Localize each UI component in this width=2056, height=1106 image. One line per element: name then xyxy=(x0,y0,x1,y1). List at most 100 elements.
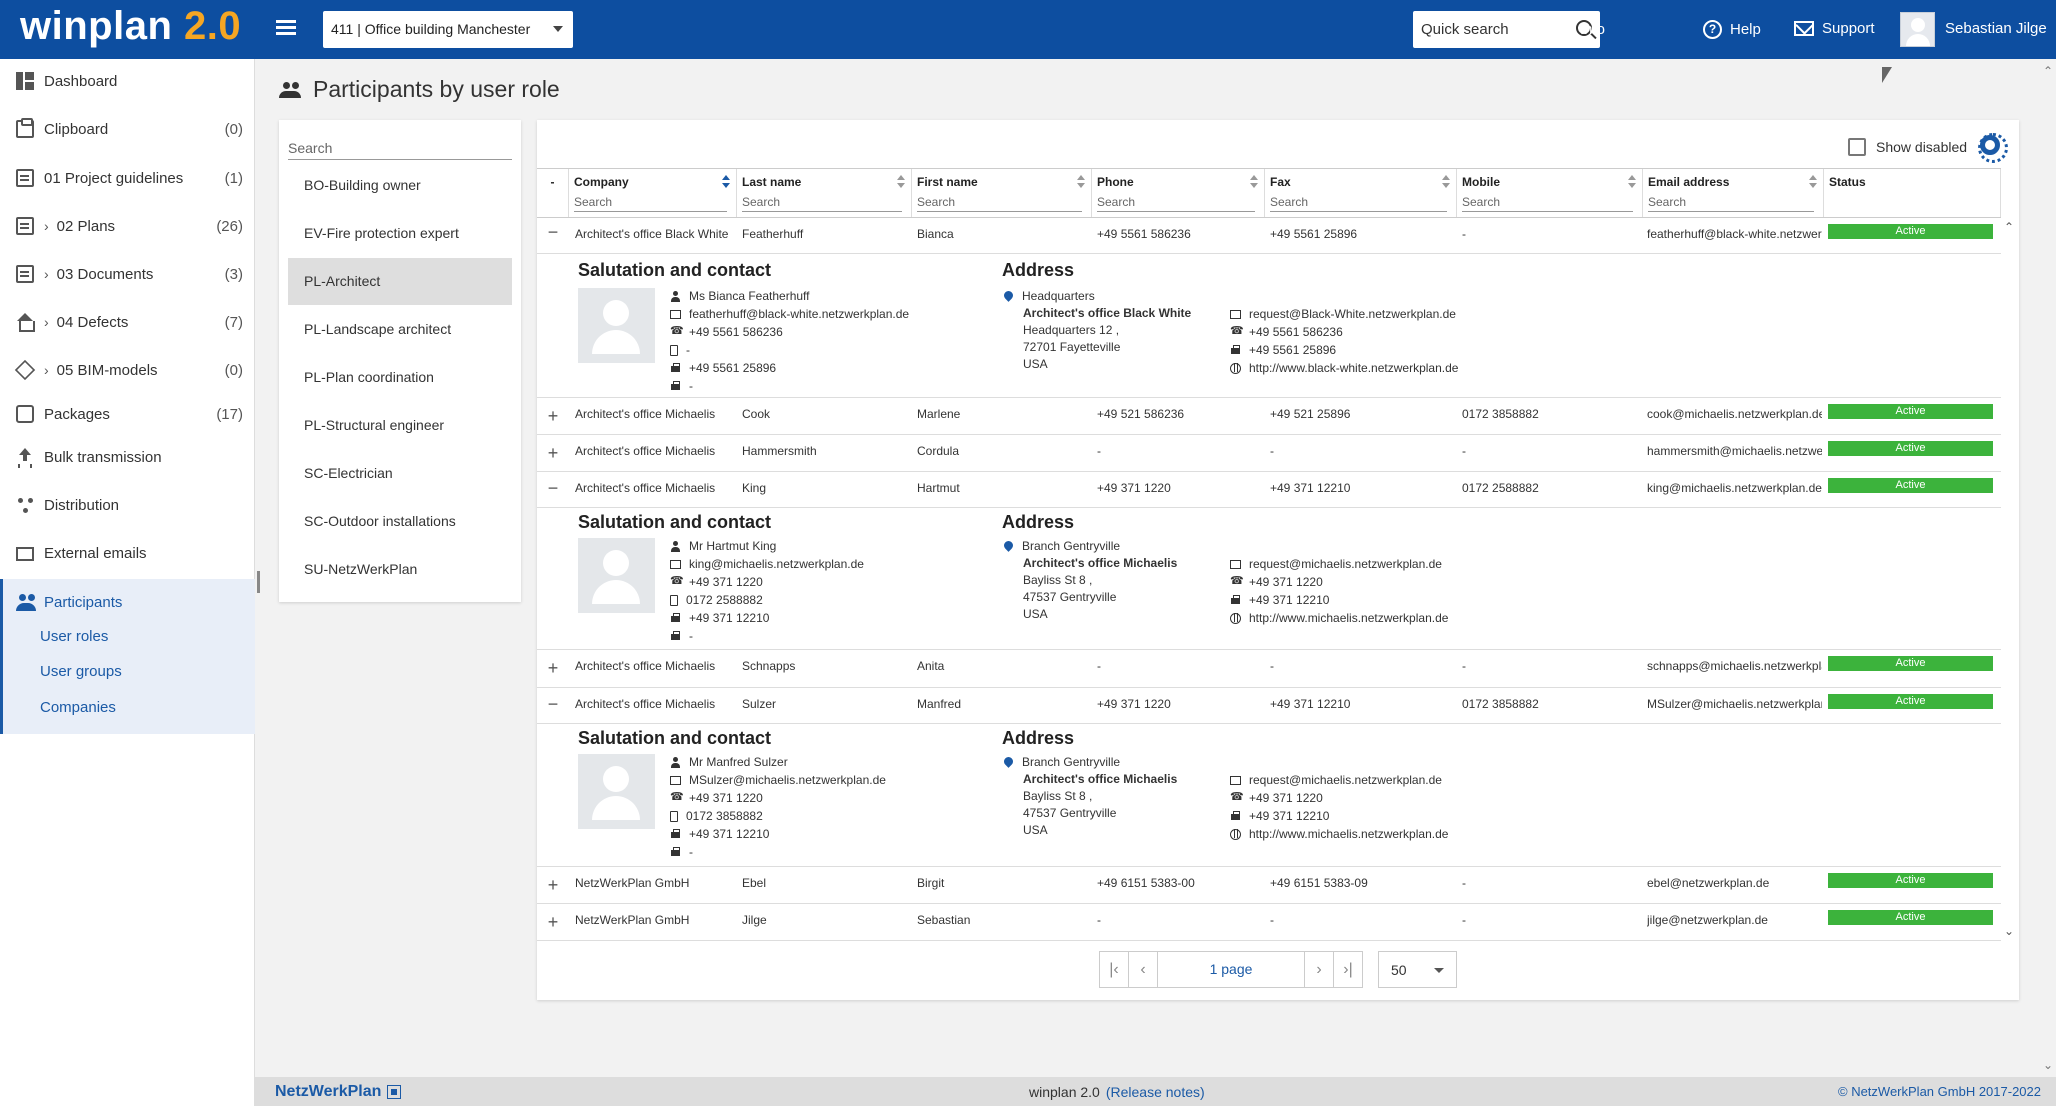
release-notes-link[interactable]: (Release notes) xyxy=(1106,1084,1205,1100)
sort-icon[interactable] xyxy=(1077,175,1085,189)
sort-icon[interactable] xyxy=(1250,175,1258,189)
filter-company-input[interactable]: Search xyxy=(574,195,727,212)
role-item[interactable]: SC-Outdoor installations xyxy=(288,498,512,545)
contact-email[interactable]: featherhuff@black-white.netzwerkplan.de xyxy=(670,307,909,321)
user-name[interactable]: Sebastian Jilge xyxy=(1945,20,2047,37)
prev-page-button[interactable]: ‹ xyxy=(1128,951,1158,988)
role-item[interactable]: PL-Plan coordination xyxy=(288,354,512,401)
app-logo[interactable]: winplan 2.0 xyxy=(20,4,241,49)
header-phone[interactable]: Phone Search xyxy=(1092,169,1265,217)
sidebar-sub-companies[interactable]: Companies xyxy=(40,699,116,716)
role-item[interactable]: BO-Building owner xyxy=(288,162,512,209)
role-item[interactable]: SC-Electrician xyxy=(288,450,512,497)
expand-row-button[interactable]: + xyxy=(545,875,561,895)
role-item[interactable]: EV-Fire protection expert xyxy=(288,210,512,257)
expand-row-button[interactable]: + xyxy=(545,443,561,463)
expand-row-button[interactable]: + xyxy=(545,406,561,426)
page-indicator[interactable]: 1 page xyxy=(1157,951,1305,988)
sidebar-item-bim-models[interactable]: › 05 BIM-models (0) xyxy=(0,352,255,388)
sidebar-item-clipboard[interactable]: Clipboard (0) xyxy=(0,111,255,147)
scroll-down-icon[interactable]: ⌄ xyxy=(2043,1058,2053,1072)
sidebar-sub-user-groups[interactable]: User groups xyxy=(40,663,122,680)
role-item[interactable]: SU-NetzWerkPlan xyxy=(288,546,512,593)
expand-row-button[interactable]: + xyxy=(545,658,561,678)
filter-last-name-input[interactable]: Search xyxy=(742,195,902,212)
table-row[interactable]: − Architect's office Michaelis Sulzer Ma… xyxy=(537,688,2001,724)
sidebar-item-packages[interactable]: Packages (17) xyxy=(0,396,255,432)
expand-row-button[interactable]: + xyxy=(545,912,561,932)
role-item[interactable]: PL-Structural engineer xyxy=(288,402,512,449)
table-row[interactable]: + NetzWerkPlan GmbH Jilge Sebastian - - … xyxy=(537,904,2001,941)
role-item-active[interactable]: PL-Architect xyxy=(288,258,512,305)
company-website[interactable]: http://www.michaelis.netzwerkplan.de xyxy=(1230,611,1448,625)
company-email[interactable]: request@michaelis.netzwerkplan.de xyxy=(1230,773,1442,787)
sort-icon[interactable] xyxy=(1442,175,1450,189)
sidebar-item-plans[interactable]: › 02 Plans (26) xyxy=(0,208,255,244)
sort-icon[interactable] xyxy=(1809,175,1817,189)
filter-mobile-input[interactable]: Search xyxy=(1462,195,1633,212)
header-last-name[interactable]: Last name Search xyxy=(737,169,912,217)
filter-email-input[interactable]: Search xyxy=(1648,195,1814,212)
sidebar-resize-handle[interactable] xyxy=(257,571,260,593)
page-size-select[interactable]: 50 xyxy=(1378,951,1457,988)
support-link[interactable]: Support xyxy=(1794,20,1875,37)
header-first-name[interactable]: First name Search xyxy=(912,169,1092,217)
sidebar-item-external-emails[interactable]: External emails xyxy=(0,535,255,571)
chevron-right-icon[interactable]: › xyxy=(44,314,49,330)
filter-first-name-input[interactable]: Search xyxy=(917,195,1082,212)
table-row[interactable]: + Architect's office Michaelis Schnapps … xyxy=(537,650,2001,688)
show-disabled-checkbox[interactable] xyxy=(1848,138,1866,156)
filter-fax-input[interactable]: Search xyxy=(1270,195,1447,212)
project-select[interactable]: 411 | Office building Manchester xyxy=(323,11,573,48)
filter-phone-input[interactable]: Search xyxy=(1097,195,1255,212)
first-page-button[interactable]: |‹ xyxy=(1099,951,1129,988)
info-link[interactable]: i Info xyxy=(1553,20,1605,39)
header-email[interactable]: Email address Search xyxy=(1643,169,1824,217)
company-email[interactable]: request@Black-White.netzwerkplan.de xyxy=(1230,307,1456,321)
page-scrollbar[interactable]: ⌃ ⌄ xyxy=(2040,59,2056,1077)
last-page-button[interactable]: ›| xyxy=(1333,951,1363,988)
chevron-right-icon[interactable]: › xyxy=(44,218,49,234)
table-row[interactable]: − Architect's office Black White Feather… xyxy=(537,218,2001,254)
chevron-right-icon[interactable]: › xyxy=(44,266,49,282)
collapse-row-button[interactable]: − xyxy=(545,478,561,498)
table-scroll-up-icon[interactable]: ⌃ xyxy=(2001,220,2017,234)
table-row[interactable]: − Architect's office Michaelis King Hart… xyxy=(537,472,2001,508)
table-row[interactable]: + NetzWerkPlan GmbH Ebel Birgit +49 6151… xyxy=(537,867,2001,904)
table-row[interactable]: + Architect's office Michaelis Hammersmi… xyxy=(537,435,2001,472)
sort-icon[interactable] xyxy=(897,175,905,189)
header-company[interactable]: Company Search xyxy=(569,169,737,217)
sort-icon[interactable] xyxy=(722,175,730,189)
header-mobile[interactable]: Mobile Search xyxy=(1457,169,1643,217)
sidebar-item-participants[interactable]: Participants xyxy=(0,584,255,620)
company-email[interactable]: request@michaelis.netzwerkplan.de xyxy=(1230,557,1442,571)
role-item[interactable]: PL-Landscape architect xyxy=(288,306,512,353)
show-disabled-toggle[interactable]: Show disabled xyxy=(1848,138,1967,156)
chevron-right-icon[interactable]: › xyxy=(44,362,49,378)
sidebar-item-dashboard[interactable]: Dashboard xyxy=(0,63,255,99)
menu-icon[interactable] xyxy=(276,20,296,38)
user-avatar[interactable] xyxy=(1900,12,1935,47)
sidebar-item-defects[interactable]: › 04 Defects (7) xyxy=(0,304,255,340)
help-link[interactable]: ? Help xyxy=(1703,20,1761,39)
header-status[interactable]: Status xyxy=(1824,169,2001,217)
contact-email[interactable]: MSulzer@michaelis.netzwerkplan.de xyxy=(670,773,886,787)
sidebar-sub-user-roles[interactable]: User roles xyxy=(40,628,108,645)
footer-brand[interactable]: NetzWerkPlan xyxy=(275,1083,402,1101)
next-page-button[interactable]: › xyxy=(1304,951,1334,988)
sidebar-item-documents[interactable]: › 03 Documents (3) xyxy=(0,256,255,292)
roles-search-input[interactable]: Search xyxy=(288,130,512,160)
table-row[interactable]: + Architect's office Michaelis Cook Marl… xyxy=(537,398,2001,435)
gear-icon[interactable] xyxy=(1978,133,2008,163)
sidebar-item-distribution[interactable]: Distribution xyxy=(0,487,255,523)
company-website[interactable]: http://www.black-white.netzwerkplan.de xyxy=(1230,361,1458,375)
table-scroll-down-icon[interactable]: ⌄ xyxy=(2001,924,2017,938)
contact-email[interactable]: king@michaelis.netzwerkplan.de xyxy=(670,557,864,571)
sidebar-item-project-guidelines[interactable]: 01 Project guidelines (1) xyxy=(0,160,255,196)
collapse-row-button[interactable]: − xyxy=(545,222,561,242)
company-website[interactable]: http://www.michaelis.netzwerkplan.de xyxy=(1230,827,1448,841)
sort-icon[interactable] xyxy=(1628,175,1636,189)
header-fax[interactable]: Fax Search xyxy=(1265,169,1457,217)
sidebar-item-bulk-transmission[interactable]: Bulk transmission xyxy=(0,439,255,475)
collapse-row-button[interactable]: − xyxy=(545,694,561,714)
